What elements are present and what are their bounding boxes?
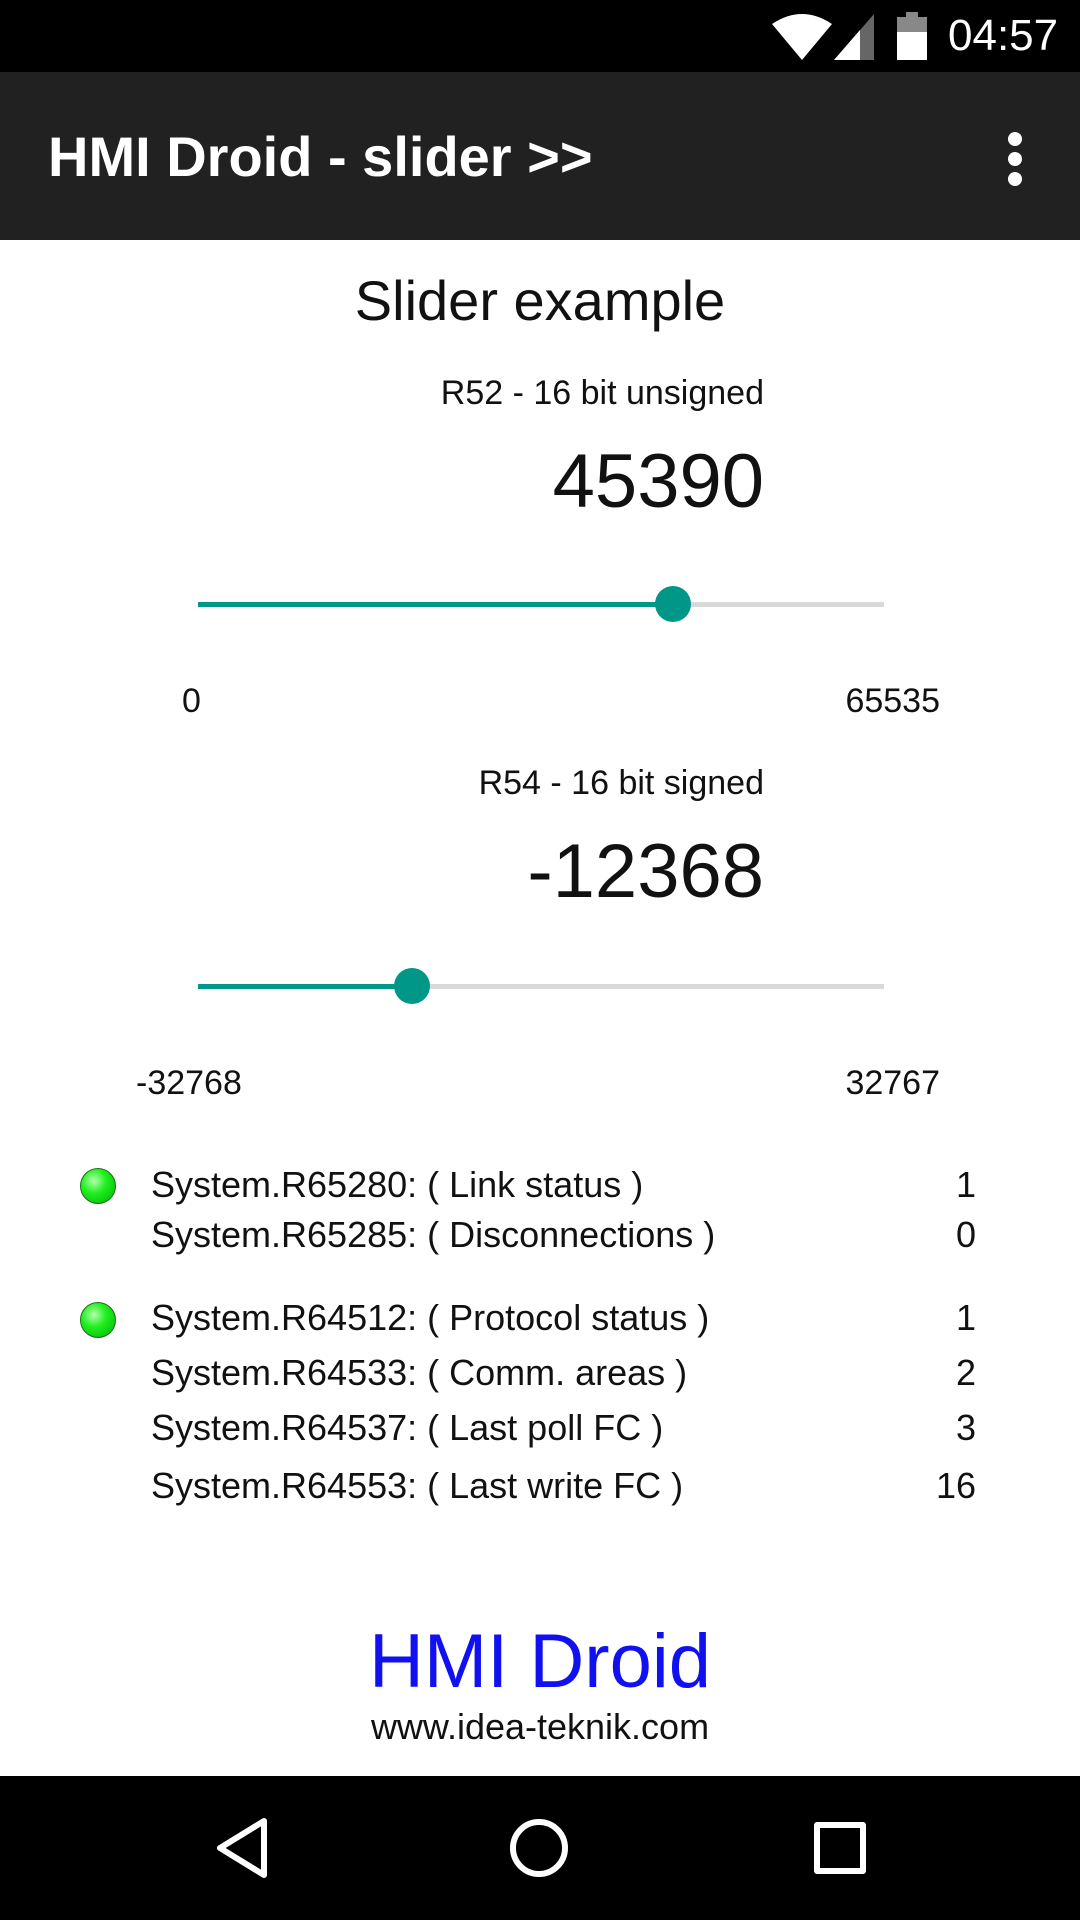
slider-r54-value: -12368 — [527, 829, 764, 914]
more-vert-icon[interactable] — [992, 124, 1038, 194]
status-time: 04:57 — [948, 11, 1059, 60]
system-row-value: 16 — [935, 1465, 976, 1506]
home-icon[interactable] — [510, 1819, 568, 1877]
slider-r52-max: 65535 — [845, 682, 940, 720]
recent-apps-icon[interactable] — [814, 1822, 866, 1874]
slider-thumb[interactable] — [393, 968, 430, 1004]
slider-r52-label: R52 - 16 bit unsigned — [440, 374, 764, 412]
brand-name: HMI Droid — [368, 1619, 712, 1704]
system-row-label: System.R64537: ( Last poll FC ) — [151, 1407, 664, 1448]
slider-r52[interactable] — [198, 584, 884, 624]
slider-r52-min: 0 — [182, 682, 201, 720]
system-row-label: System.R64533: ( Comm. areas ) — [151, 1352, 688, 1393]
slider-r52-value: 45390 — [552, 439, 764, 524]
system-row-value: 3 — [955, 1407, 976, 1448]
wifi-icon — [772, 14, 832, 60]
slider-r54-min: -32768 — [136, 1064, 242, 1102]
slider-r54-max: 32767 — [845, 1064, 940, 1102]
page-title: Slider example — [354, 269, 726, 332]
system-row-label: System.R65280: ( Link status ) — [151, 1164, 644, 1205]
slider-thumb[interactable] — [655, 586, 692, 622]
system-row-label: System.R65285: ( Disconnections ) — [151, 1214, 716, 1255]
slider-r54-label: R54 - 16 bit signed — [478, 764, 764, 802]
system-row-label: System.R64553: ( Last write FC ) — [151, 1465, 684, 1506]
system-row-label: System.R64512: ( Protocol status ) — [151, 1297, 710, 1338]
link-status-led-icon — [80, 1168, 116, 1204]
status-bar: 04:57 — [0, 0, 1080, 72]
protocol-status-led-icon — [80, 1302, 116, 1338]
slider-r54[interactable] — [198, 966, 884, 1006]
brand-url: www.idea-teknik.com — [370, 1706, 710, 1747]
system-row-value: 1 — [955, 1297, 976, 1338]
cell-signal-icon — [834, 14, 874, 60]
app-bar-title: HMI Droid - slider >> — [48, 125, 593, 188]
system-row-value: 2 — [955, 1352, 976, 1393]
back-icon[interactable] — [214, 1816, 270, 1880]
slider-fill — [198, 602, 674, 607]
battery-icon — [897, 12, 927, 60]
slider-fill — [198, 984, 412, 989]
navigation-bar — [0, 1776, 1080, 1920]
app-bar: HMI Droid - slider >> — [0, 72, 1080, 240]
system-row-value: 0 — [955, 1214, 976, 1255]
system-row-value: 1 — [955, 1164, 976, 1205]
